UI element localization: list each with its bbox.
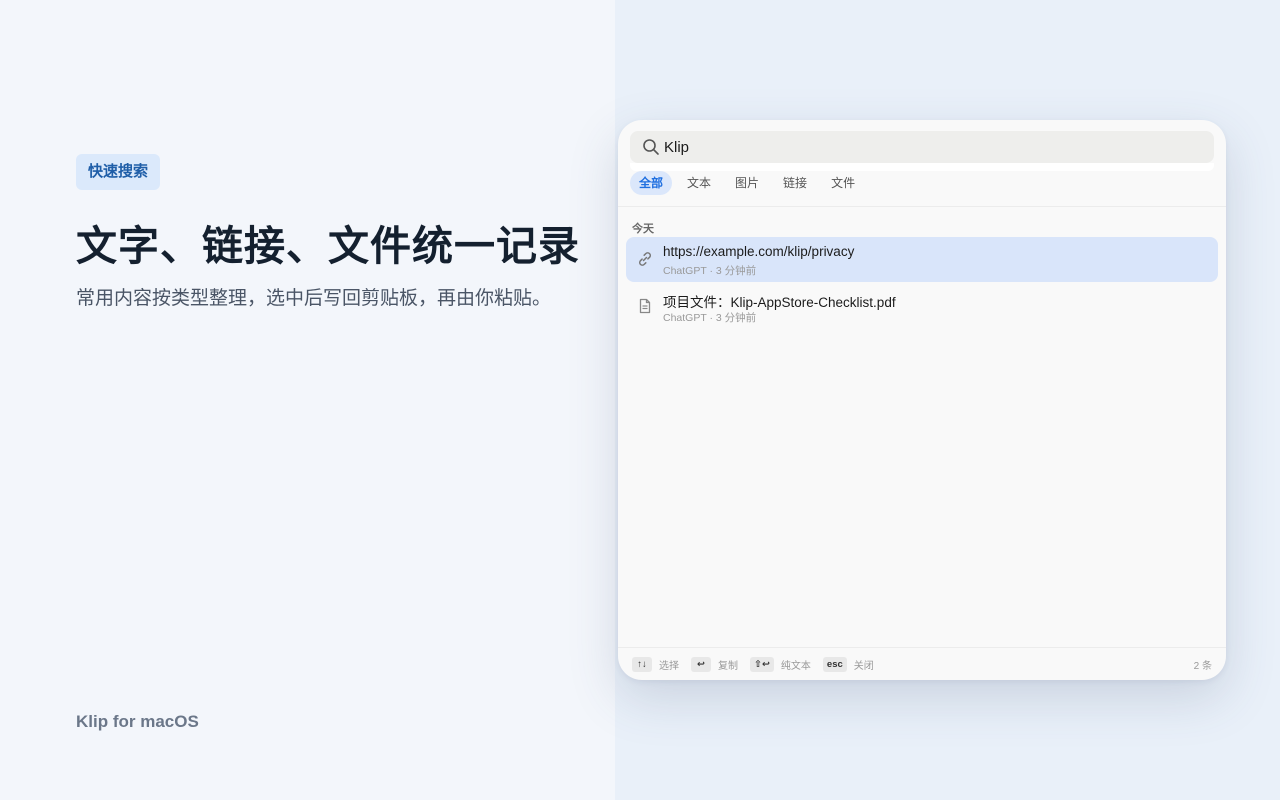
search-value[interactable]: Klip [664,139,689,156]
subtitle: 常用内容按类型整理，选中后写回剪贴板，再由你粘贴。 [76,288,552,309]
hero-section: 快速搜索 文字、链接、文件统一记录 常用内容按类型整理，选中后写回剪贴板，再由你… [0,0,615,800]
divider [618,206,1226,207]
search-input[interactable]: Klip [630,131,1214,163]
section-label-today: 今天 [632,223,654,235]
hint-label: 关闭 [853,660,874,672]
result-count: 2 条 [1193,661,1212,672]
hint-copy: ↩ 复制 [691,656,738,672]
filter-tabs: 全部 文本 图片 链接 文件 [630,171,864,195]
klip-panel: Klip 全部 文本 图片 链接 文件 今天 https://example.c… [618,120,1226,680]
hint-close: esc 关闭 [822,656,874,672]
hint-label: 纯文本 [780,660,811,672]
key-return: ↩ [691,656,711,672]
list-item[interactable]: 项目文件：Klip-AppStore-Checklist.pdf ChatGPT… [626,284,1218,329]
tab-file[interactable]: 文件 [822,171,864,195]
item-title: 项目文件：Klip-AppStore-Checklist.pdf [663,295,896,310]
document-icon [639,298,651,314]
hint-label: 选择 [659,660,679,672]
hint-select: ↑↓ 选择 [632,656,679,672]
link-icon [639,252,651,266]
item-meta: ChatGPT · 3 分钟前 [663,312,757,324]
item-meta: ChatGPT · 3 分钟前 [663,265,757,277]
search-underlay [630,163,1214,171]
tab-text[interactable]: 文本 [678,171,720,195]
brand-label: Klip for macOS [76,712,199,731]
hint-label: 复制 [718,660,738,672]
tab-all[interactable]: 全部 [630,171,673,195]
hint-plain-text: ⇧↩ 纯文本 [750,656,811,672]
search-icon [643,139,659,155]
key-arrows: ↑↓ [632,656,652,672]
item-title: https://example.com/klip/privacy [663,244,855,259]
feature-badge: 快速搜索 [76,154,161,190]
list-item[interactable]: https://example.com/klip/privacy ChatGPT… [626,237,1218,282]
tab-link[interactable]: 链接 [774,171,816,195]
key-esc: esc [822,656,847,672]
keyboard-hints: ↑↓ 选择 ↩ 复制 ⇧↩ 纯文本 esc 关闭 [632,656,886,672]
tab-image[interactable]: 图片 [726,171,768,195]
key-shift-return: ⇧↩ [750,656,774,672]
footer-divider [618,647,1226,648]
headline: 文字、链接、文件统一记录 [76,223,580,269]
